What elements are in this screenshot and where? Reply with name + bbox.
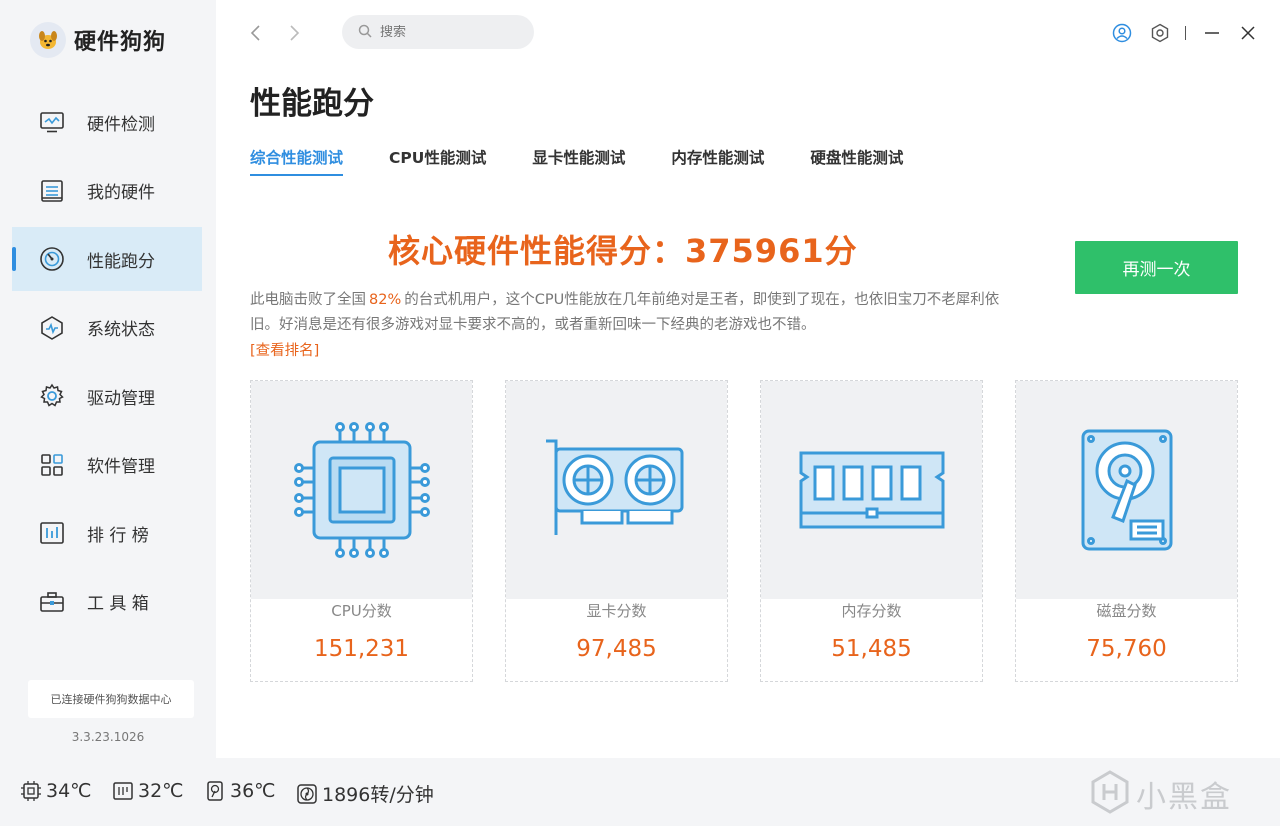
description-text: 此电脑击败了全国: [250, 292, 366, 308]
cpu-temp-icon: [20, 780, 42, 802]
status-bar: 34℃ 32℃ 36℃ 1896转/分钟 小黑盒: [0, 758, 1280, 826]
search-icon: [358, 23, 372, 42]
card-score-value: 75,760: [1086, 636, 1167, 662]
apps-grid-icon: [38, 451, 66, 479]
app-logo: 硬件狗狗: [30, 22, 166, 58]
score-description: 此电脑击败了全国 82% 的台式机用户，这个CPU性能放在几年前绝对是王者，即使到了…: [250, 288, 1010, 338]
card-label: 内存分数: [841, 602, 902, 620]
sidebar-item-label: 工 具 箱: [87, 594, 149, 614]
cpu-temperature: 34℃: [20, 780, 92, 802]
monitor-icon: [38, 108, 66, 136]
forward-arrow-icon[interactable]: [284, 22, 306, 44]
app-name: 硬件狗狗: [74, 30, 167, 55]
connection-status: 已连接硬件狗狗数据中心: [28, 680, 194, 718]
tab-cpu[interactable]: CPU性能测试: [389, 146, 486, 174]
tab-gpu[interactable]: 显卡性能测试: [532, 146, 625, 174]
sidebar-item-my-hardware[interactable]: 我的硬件: [0, 159, 216, 223]
disk-temp-value: 36℃: [230, 780, 276, 802]
sidebar-nav: 硬件检测 我的硬件 性能跑分 系统状态 驱动管理 软件管理 排 行 榜 工 具 …: [0, 90, 216, 638]
sidebar-item-label: 我的硬件: [87, 183, 155, 203]
card-label: 显卡分数: [586, 602, 647, 620]
board-temp-value: 32℃: [138, 780, 184, 802]
percentile-value: 82%: [369, 292, 402, 308]
view-ranking-link[interactable]: [查看排名]: [250, 339, 319, 360]
sidebar-item-benchmark[interactable]: 性能跑分: [12, 227, 202, 291]
disk-score-card: 磁盘分数 75,760: [1015, 380, 1238, 682]
watermark-text: 小黑盒: [1136, 780, 1232, 815]
sidebar-item-label: 性能跑分: [87, 251, 155, 272]
cpu-chip-icon: [251, 381, 472, 599]
gear-icon: [38, 382, 66, 410]
fan-speed-value: 1896转/分钟: [322, 784, 434, 806]
app-version: 3.3.23.1026: [71, 730, 145, 744]
total-score-headline: 核心硬件性能得分：375961分: [388, 232, 858, 270]
search-box[interactable]: [342, 15, 534, 49]
card-score-value: 51,485: [831, 636, 912, 662]
sidebar-item-label: 排 行 榜: [87, 525, 149, 546]
speedometer-icon: [38, 245, 66, 273]
disk-icon: [204, 780, 226, 802]
card-score-value: 97,485: [576, 636, 657, 662]
benchmark-tabs: 综合性能测试 CPU性能测试 显卡性能测试 内存性能测试 硬盘性能测试: [250, 146, 949, 176]
close-icon[interactable]: [1237, 22, 1259, 44]
tab-memory[interactable]: 内存性能测试: [671, 146, 764, 174]
board-temperature: 32℃: [112, 780, 184, 802]
fan-speed: 1896转/分钟: [296, 780, 434, 807]
gpu-score-card: 显卡分数 97,485: [505, 380, 728, 682]
search-input[interactable]: [380, 24, 520, 40]
minimize-icon[interactable]: [1201, 22, 1223, 44]
disk-temperature: 36℃: [204, 780, 276, 802]
hardware-icon: [38, 177, 66, 205]
card-label: CPU分数: [331, 602, 392, 620]
watermark: 小黑盒: [1090, 770, 1232, 818]
retest-button[interactable]: 再测一次: [1075, 241, 1238, 294]
xiaoheihe-logo-icon: [1090, 770, 1130, 818]
memory-score-card: 内存分数 51,485: [760, 380, 983, 682]
ranking-icon: [38, 519, 66, 547]
sidebar-item-label: 系统状态: [87, 320, 155, 340]
sidebar-item-software-management[interactable]: 软件管理: [0, 433, 216, 497]
back-arrow-icon[interactable]: [244, 22, 266, 44]
sidebar-item-toolbox[interactable]: 工 具 箱: [0, 570, 216, 634]
fan-icon: [296, 783, 318, 805]
card-score-value: 151,231: [313, 636, 410, 662]
sidebar: 硬件狗狗 硬件检测 我的硬件 性能跑分 系统状态 驱动管理 软件管理 排 行 榜…: [0, 0, 216, 758]
card-label: 磁盘分数: [1096, 602, 1157, 620]
sidebar-item-hardware-detect[interactable]: 硬件检测: [0, 90, 216, 154]
settings-icon[interactable]: [1149, 22, 1171, 44]
cpu-temp-value: 34℃: [46, 780, 92, 802]
sidebar-item-label: 软件管理: [87, 457, 155, 477]
tab-disk[interactable]: 硬盘性能测试: [810, 146, 903, 174]
top-bar: [216, 0, 1280, 66]
hard-disk-icon: [1016, 381, 1237, 599]
sidebar-item-system-status[interactable]: 系统状态: [0, 296, 216, 360]
page-title: 性能跑分: [250, 86, 374, 122]
sidebar-item-label: 驱动管理: [87, 388, 155, 409]
motherboard-icon: [112, 780, 134, 802]
graphics-card-icon: [506, 381, 727, 599]
cpu-score-card: CPU分数 151,231: [250, 380, 473, 682]
toolbox-icon: [38, 588, 66, 616]
sidebar-item-label: 硬件检测: [87, 114, 155, 135]
system-status-icon: [38, 314, 66, 342]
memory-stick-icon: [761, 381, 982, 599]
dog-logo-icon: [30, 22, 66, 58]
divider: [1185, 26, 1186, 40]
score-cards: CPU分数 151,231 显卡分数 97,485 内存分数 51,485 磁盘…: [250, 380, 1238, 682]
sidebar-item-driver-management[interactable]: 驱动管理: [0, 364, 216, 428]
sidebar-item-ranking[interactable]: 排 行 榜: [0, 501, 216, 565]
user-account-icon[interactable]: [1111, 22, 1133, 44]
tab-overall[interactable]: 综合性能测试: [250, 146, 344, 176]
